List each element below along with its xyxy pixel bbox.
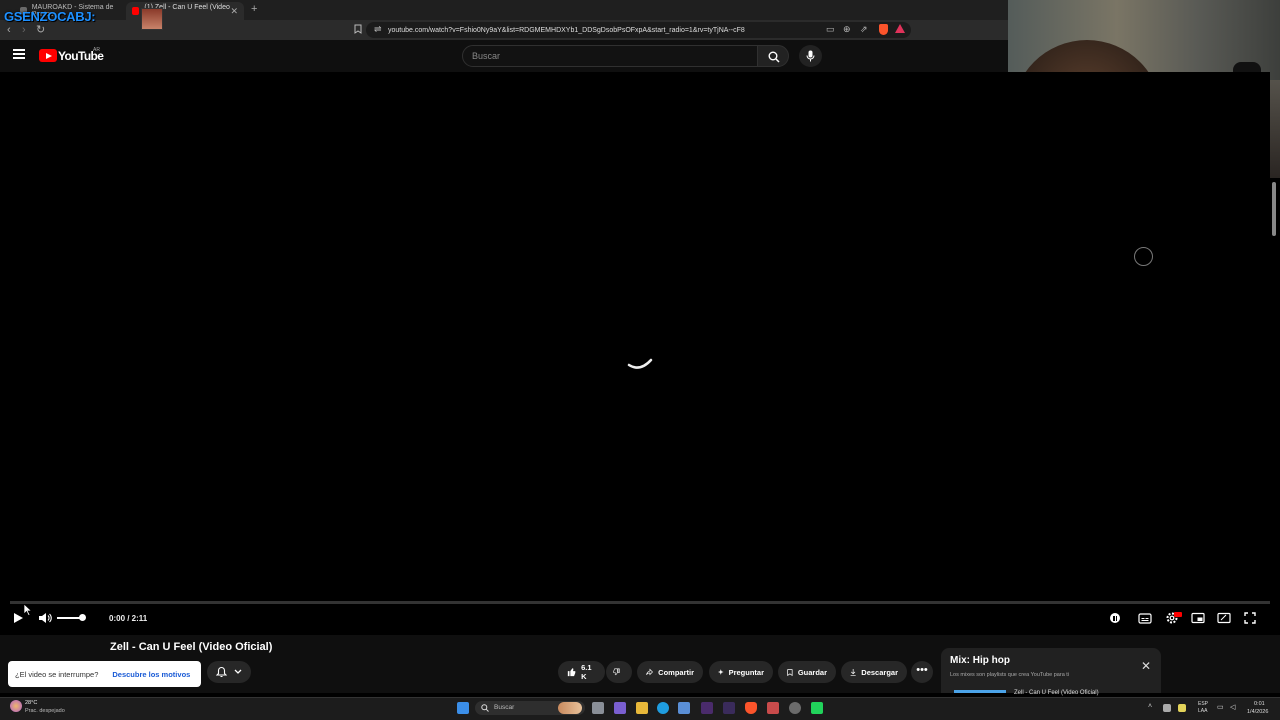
share-button[interactable]: Compartir	[637, 661, 703, 683]
loading-indicator-icon	[1134, 247, 1153, 266]
miniplayer-icon[interactable]	[1191, 611, 1205, 625]
hamburger-menu-icon[interactable]	[13, 49, 25, 59]
bell-icon	[216, 666, 227, 678]
language-indicator[interactable]: ESP	[1198, 701, 1208, 707]
network-icon[interactable]: ▭	[1217, 703, 1224, 711]
volume-icon[interactable]	[38, 611, 52, 625]
search-input[interactable]: Buscar	[462, 45, 758, 67]
sparkle-icon	[718, 669, 724, 675]
share-icon	[646, 668, 653, 676]
share-page-icon[interactable]: ⇗	[860, 24, 868, 35]
mix-title: Mix: Hip hop	[950, 655, 1010, 666]
brave-shield-icon[interactable]	[879, 24, 888, 35]
app-icon-red[interactable]	[767, 702, 779, 714]
fullscreen-icon[interactable]	[1243, 611, 1257, 625]
edge-browser-icon[interactable]	[657, 702, 669, 714]
back-icon[interactable]: ‹	[7, 24, 11, 36]
windows-start-icon[interactable]	[457, 702, 469, 714]
thumbs-down-icon	[613, 668, 620, 676]
mix-item-thumbnail[interactable]	[954, 690, 1006, 693]
thumbs-up-icon	[567, 668, 576, 677]
play-icon[interactable]	[11, 611, 25, 625]
save-button[interactable]: Guardar	[778, 661, 836, 683]
like-count: 6.1 K	[581, 663, 592, 681]
chevron-down-icon	[234, 669, 242, 674]
brave-rewards-icon[interactable]	[895, 24, 905, 33]
mix-subtitle: Los mixes son playlists que crea YouTube…	[950, 672, 1070, 678]
download-button[interactable]: Descargar	[841, 661, 907, 683]
playback-issue-notice: ¿El video se interrumpe? Descubre los mo…	[8, 661, 201, 687]
taskbar-search-label: Buscar	[494, 704, 515, 711]
theater-mode-icon[interactable]	[1217, 611, 1231, 625]
notifications-bell-button[interactable]	[207, 661, 251, 683]
youtube-logo-icon[interactable]	[39, 49, 57, 62]
like-button[interactable]: 6.1 K	[558, 661, 605, 683]
subtitles-icon[interactable]	[1138, 611, 1152, 625]
reload-icon[interactable]: ↻	[36, 23, 45, 36]
download-label: Descargar	[861, 667, 898, 677]
cast-page-icon[interactable]: ▭	[826, 24, 835, 35]
notice-link[interactable]: Descubre los motivos	[112, 670, 190, 679]
youtube-favicon-icon	[132, 7, 140, 15]
app-icon-fe[interactable]	[701, 702, 713, 714]
brave-browser-icon[interactable]	[745, 702, 757, 714]
bookmark-save-icon	[787, 668, 793, 676]
time-display: 0:00 / 2:11	[109, 614, 148, 623]
ask-label: Preguntar	[728, 667, 764, 677]
weather-temperature[interactable]: 28°C	[25, 700, 37, 706]
store-icon[interactable]	[678, 702, 690, 714]
task-view-icon[interactable]	[592, 702, 604, 714]
language-indicator-layout[interactable]: LAA	[1198, 708, 1207, 714]
video-progress-bar[interactable]	[10, 601, 1270, 604]
video-title: Zell - Can U Feel (Video Oficial)	[110, 641, 273, 653]
notice-question: ¿El video se interrumpe?	[15, 669, 99, 679]
file-explorer-icon[interactable]	[636, 702, 648, 714]
download-icon	[850, 668, 856, 676]
dislike-button[interactable]	[606, 661, 632, 683]
url-text: youtube.com/watch?v=Fshio0Ny9aY&list=RDG…	[388, 26, 745, 34]
ask-button[interactable]: Preguntar	[709, 661, 773, 683]
search-highlight-icon[interactable]	[558, 702, 582, 714]
voice-search-button[interactable]	[799, 45, 822, 67]
site-info-icon[interactable]: ⇌	[374, 24, 382, 35]
zoom-icon[interactable]: ⊕	[843, 24, 851, 35]
page-scrollbar[interactable]	[1272, 182, 1276, 236]
country-code: AR	[93, 47, 100, 53]
widgets-icon[interactable]	[614, 702, 626, 714]
app-icon-green[interactable]	[811, 702, 823, 714]
autoplay-toggle-icon[interactable]	[1110, 613, 1120, 623]
search-button[interactable]	[757, 45, 789, 67]
weather-icon[interactable]	[10, 700, 22, 712]
mix-item-title[interactable]: Zell - Can U Feel (Video Oficial)	[1014, 690, 1099, 696]
speaker-icon[interactable]: ◁	[1230, 703, 1235, 711]
clock-time[interactable]: 0:01	[1254, 701, 1265, 707]
save-label: Guardar	[797, 667, 827, 677]
close-tab-icon[interactable]: ✕	[230, 6, 238, 17]
mouse-cursor-icon	[24, 604, 32, 616]
bookmark-icon[interactable]	[354, 24, 362, 36]
search-icon	[768, 51, 780, 63]
app-icon-mm[interactable]	[723, 702, 735, 714]
loading-spinner-icon	[627, 358, 653, 369]
search-icon	[481, 704, 489, 712]
new-tab-button[interactable]: +	[251, 3, 257, 15]
hd-badge	[1174, 612, 1182, 617]
obs-icon[interactable]	[789, 702, 801, 714]
tray-app-icon[interactable]	[1178, 704, 1186, 712]
share-label: Compartir	[658, 667, 694, 677]
tray-chevron-icon[interactable]: ˄	[1148, 703, 1152, 710]
more-actions-button[interactable]: •••	[911, 661, 933, 683]
forward-icon[interactable]: ›	[22, 24, 26, 36]
tray-app-icon[interactable]	[1163, 704, 1171, 712]
close-icon[interactable]: ✕	[1141, 659, 1151, 673]
stream-overlay-avatar	[141, 8, 163, 30]
stream-overlay-text: GSENZOCABJ:	[4, 9, 96, 24]
volume-slider-knob[interactable]	[79, 614, 86, 621]
clock-date[interactable]: 1/4/2026	[1247, 709, 1268, 715]
microphone-icon	[806, 50, 815, 62]
video-player[interactable]	[0, 72, 1270, 635]
weather-description[interactable]: Prac. despejado	[25, 708, 65, 714]
